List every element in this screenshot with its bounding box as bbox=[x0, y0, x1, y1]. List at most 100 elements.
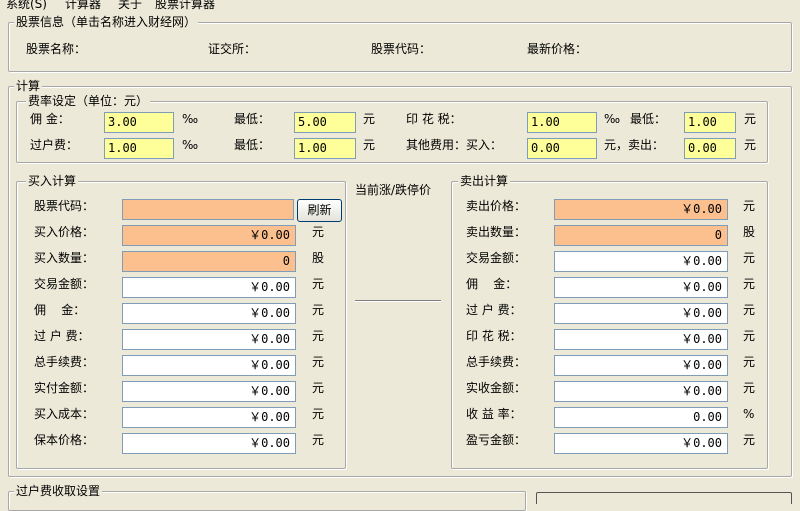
menu-stock-calculator[interactable]: 股票计算器 bbox=[155, 0, 215, 10]
sell-price-unit: 元 bbox=[743, 199, 756, 213]
buy-code-label: 股票代码： bbox=[34, 199, 95, 213]
min-transfer-input[interactable]: 1.00 bbox=[294, 138, 356, 159]
min-stamp-label: 最低： bbox=[630, 112, 667, 126]
buy-total-fee-field[interactable]: ￥0.00 bbox=[122, 355, 296, 376]
sell-total-fee-unit: 元 bbox=[743, 355, 756, 369]
stamp-duty-label: 印 花 税： bbox=[406, 112, 462, 126]
buy-cost-label: 买入成本： bbox=[34, 407, 95, 421]
buy-quantity-label: 买入数量： bbox=[34, 251, 95, 265]
menu-calculator[interactable]: 计算器 bbox=[65, 0, 101, 10]
buy-price-input[interactable]: ￥0.00 bbox=[122, 225, 296, 246]
yuan-unit: 元 bbox=[363, 138, 376, 152]
yield-rate-label: 收 益 率： bbox=[466, 407, 522, 421]
divider bbox=[355, 300, 441, 302]
min-commission-label: 最低： bbox=[234, 112, 271, 126]
min-transfer-label: 最低： bbox=[234, 138, 271, 152]
yuan-unit: 元 bbox=[744, 138, 757, 152]
sell-quantity-label: 卖出数量： bbox=[466, 225, 527, 239]
sell-price-label: 卖出价格： bbox=[466, 199, 527, 213]
sell-amount-field[interactable]: ￥0.00 bbox=[554, 251, 728, 272]
buy-transfer-fee-label: 过 户 费： bbox=[34, 329, 90, 343]
sell-stamp-duty-unit: 元 bbox=[743, 329, 756, 343]
buy-amount-unit: 元 bbox=[312, 277, 325, 291]
yuan-unit: 元 bbox=[744, 112, 757, 126]
menu-system[interactable]: 系统(S) bbox=[6, 0, 47, 10]
sell-commission-label: 佣 金： bbox=[466, 277, 518, 291]
buy-price-label: 买入价格： bbox=[34, 225, 95, 239]
transfer-fee-input[interactable]: 1.00 bbox=[104, 138, 174, 159]
yuan-unit: 元 bbox=[363, 112, 376, 126]
sell-commission-field[interactable]: ￥0.00 bbox=[554, 277, 728, 298]
buy-transfer-fee-unit: 元 bbox=[312, 329, 325, 343]
other-fee-buy-input[interactable]: 0.00 bbox=[527, 138, 597, 159]
actual-payment-field[interactable]: ￥0.00 bbox=[122, 381, 296, 402]
permille-unit: ‰ bbox=[182, 138, 199, 152]
min-commission-input[interactable]: 5.00 bbox=[294, 112, 356, 133]
sell-transfer-fee-field[interactable]: ￥0.00 bbox=[554, 303, 728, 324]
sell-stamp-duty-field[interactable]: ￥0.00 bbox=[554, 329, 728, 350]
profit-loss-unit: 元 bbox=[743, 433, 756, 447]
buy-calc-title: 买入计算 bbox=[26, 174, 79, 188]
sell-stamp-duty-label: 印 花 税： bbox=[466, 329, 522, 343]
transfer-fee-label: 过户费： bbox=[30, 138, 79, 152]
min-stamp-input[interactable]: 1.00 bbox=[684, 112, 736, 133]
buy-commission-label: 佣 金： bbox=[34, 303, 86, 317]
stock-code-label: 股票代码： bbox=[371, 42, 432, 56]
actual-payment-label: 实付金额： bbox=[34, 381, 95, 395]
sell-amount-label: 交易金额： bbox=[466, 251, 527, 265]
bottom-panel bbox=[536, 492, 792, 504]
breakeven-price-label: 保本价格： bbox=[34, 433, 95, 447]
sell-amount-unit: 元 bbox=[743, 251, 756, 265]
refresh-button[interactable]: 刷新 bbox=[297, 199, 342, 222]
buy-total-fee-label: 总手续费： bbox=[34, 355, 95, 369]
sell-calc-title: 卖出计算 bbox=[458, 174, 511, 188]
sell-transfer-fee-unit: 元 bbox=[743, 303, 756, 317]
breakeven-price-unit: 元 bbox=[312, 433, 325, 447]
actual-received-label: 实收金额： bbox=[466, 381, 527, 395]
breakeven-price-field[interactable]: ￥0.00 bbox=[122, 433, 296, 454]
profit-loss-field[interactable]: ￥0.00 bbox=[554, 433, 728, 454]
buy-amount-field[interactable]: ￥0.00 bbox=[122, 277, 296, 298]
sell-quantity-unit: 股 bbox=[743, 225, 756, 239]
buy-cost-unit: 元 bbox=[312, 407, 325, 421]
exchange-label: 证交所： bbox=[208, 42, 257, 56]
buy-quantity-unit: 股 bbox=[312, 251, 325, 265]
actual-received-field[interactable]: ￥0.00 bbox=[554, 381, 728, 402]
stock-info-title[interactable]: 股票信息（单击名称进入财经网） bbox=[14, 15, 199, 29]
profit-loss-label: 盈亏金额： bbox=[466, 433, 527, 447]
rate-settings-title: 费率设定（单位：元） bbox=[26, 94, 151, 108]
yield-rate-unit: % bbox=[743, 407, 755, 421]
menu-bar: 系统(S) 计算器 关于 股票计算器 bbox=[0, 0, 800, 10]
stock-name-label[interactable]: 股票名称： bbox=[26, 41, 86, 57]
other-fee-sell-label: 元，卖出： bbox=[604, 138, 665, 152]
other-fees-buy-label: 其他费用：买入： bbox=[406, 138, 503, 152]
sell-total-fee-label: 总手续费： bbox=[466, 355, 527, 369]
stamp-duty-input[interactable]: 1.00 bbox=[527, 112, 597, 133]
sell-commission-unit: 元 bbox=[743, 277, 756, 291]
permille-unit: ‰ bbox=[604, 112, 621, 126]
sell-price-input[interactable]: ￥0.00 bbox=[554, 199, 728, 220]
permille-unit: ‰ bbox=[182, 112, 199, 126]
buy-amount-label: 交易金额： bbox=[34, 277, 95, 291]
sell-total-fee-field[interactable]: ￥0.00 bbox=[554, 355, 728, 376]
other-fee-sell-input[interactable]: 0.00 bbox=[684, 138, 736, 159]
buy-code-input[interactable] bbox=[122, 199, 294, 220]
buy-cost-field[interactable]: ￥0.00 bbox=[122, 407, 296, 428]
commission-rate-input[interactable]: 3.00 bbox=[104, 112, 174, 133]
latest-price-label: 最新价格： bbox=[527, 42, 588, 56]
buy-total-fee-unit: 元 bbox=[312, 355, 325, 369]
sell-transfer-fee-label: 过 户 费： bbox=[466, 303, 522, 317]
actual-received-unit: 元 bbox=[743, 381, 756, 395]
buy-commission-field[interactable]: ￥0.00 bbox=[122, 303, 296, 324]
sell-quantity-input[interactable]: 0 bbox=[554, 225, 728, 246]
menu-about[interactable]: 关于 bbox=[118, 0, 142, 10]
actual-payment-unit: 元 bbox=[312, 381, 325, 395]
yield-rate-field[interactable]: 0.00 bbox=[554, 407, 728, 428]
buy-transfer-fee-field[interactable]: ￥0.00 bbox=[122, 329, 296, 350]
commission-label: 佣 金： bbox=[30, 112, 70, 126]
buy-commission-unit: 元 bbox=[312, 303, 325, 317]
calc-title: 计算 bbox=[14, 79, 43, 93]
buy-price-unit: 元 bbox=[312, 225, 325, 239]
limit-price-label: 当前涨/跌停价 bbox=[355, 183, 432, 197]
buy-quantity-input[interactable]: 0 bbox=[122, 251, 296, 272]
